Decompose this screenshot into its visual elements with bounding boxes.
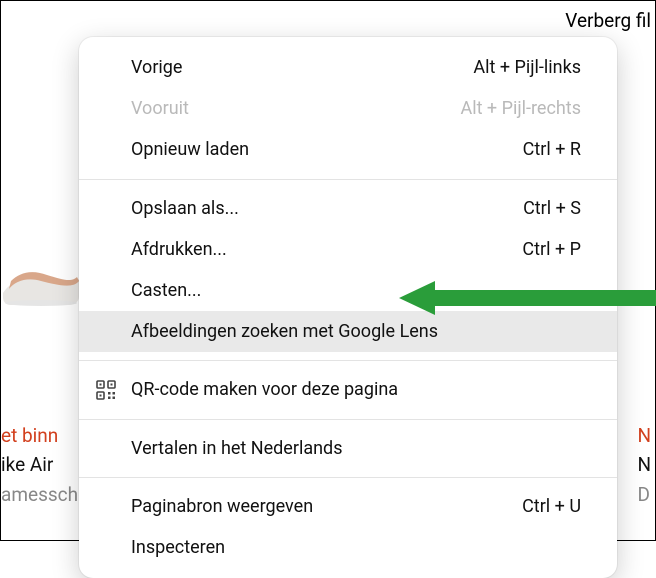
menu-label: Paginabron weergeven: [131, 494, 522, 519]
menu-shortcut: Alt + Pijl-rechts: [460, 96, 581, 121]
menu-item-view-source[interactable]: Paginabron weergeven Ctrl + U: [79, 486, 617, 527]
menu-shortcut: Ctrl + U: [522, 494, 581, 519]
menu-label: Inspecteren: [131, 535, 581, 560]
menu-label: Opnieuw laden: [131, 137, 523, 162]
menu-label: Casten...: [131, 278, 581, 303]
menu-item-translate[interactable]: Vertalen in het Nederlands: [79, 428, 617, 469]
product-info-right: N N D: [637, 421, 651, 509]
menu-label: Afbeeldingen zoeken met Google Lens: [131, 319, 581, 344]
hide-filters-link[interactable]: Verberg fil: [565, 9, 651, 32]
qr-code-icon: [96, 380, 116, 400]
menu-label: Vooruit: [131, 96, 460, 121]
menu-item-cast[interactable]: Casten...: [79, 270, 617, 311]
menu-item-print[interactable]: Afdrukken... Ctrl + P: [79, 229, 617, 270]
menu-divider: [79, 360, 617, 361]
menu-divider: [79, 477, 617, 478]
menu-label: Afdrukken...: [131, 237, 522, 262]
menu-shortcut: Ctrl + S: [523, 196, 581, 221]
menu-shortcut: Ctrl + P: [522, 237, 581, 262]
menu-item-save-as[interactable]: Opslaan als... Ctrl + S: [79, 188, 617, 229]
menu-item-qr-code[interactable]: QR-code maken voor deze pagina: [79, 369, 617, 410]
menu-item-search-image-lens[interactable]: Afbeeldingen zoeken met Google Lens: [79, 311, 617, 352]
menu-label: QR-code maken voor deze pagina: [131, 377, 581, 402]
product-subtitle: D: [637, 480, 651, 509]
menu-item-forward: Vooruit Alt + Pijl-rechts: [79, 88, 617, 129]
menu-label: Vertalen in het Nederlands: [131, 436, 581, 461]
menu-divider: [79, 179, 617, 180]
product-thumbnail[interactable]: [1, 251, 81, 311]
menu-item-reload[interactable]: Opnieuw laden Ctrl + R: [79, 129, 617, 170]
menu-item-back[interactable]: Vorige Alt + Pijl-links: [79, 47, 617, 88]
menu-shortcut: Alt + Pijl-links: [473, 55, 581, 80]
menu-item-inspect[interactable]: Inspecteren: [79, 527, 617, 568]
product-title: N: [637, 450, 651, 479]
menu-shortcut: Ctrl + R: [523, 137, 581, 162]
menu-label: Opslaan als...: [131, 196, 523, 221]
product-badge: N: [637, 421, 651, 450]
menu-label: Vorige: [131, 55, 473, 80]
menu-divider: [79, 419, 617, 420]
context-menu: Vorige Alt + Pijl-links Vooruit Alt + Pi…: [79, 37, 617, 578]
